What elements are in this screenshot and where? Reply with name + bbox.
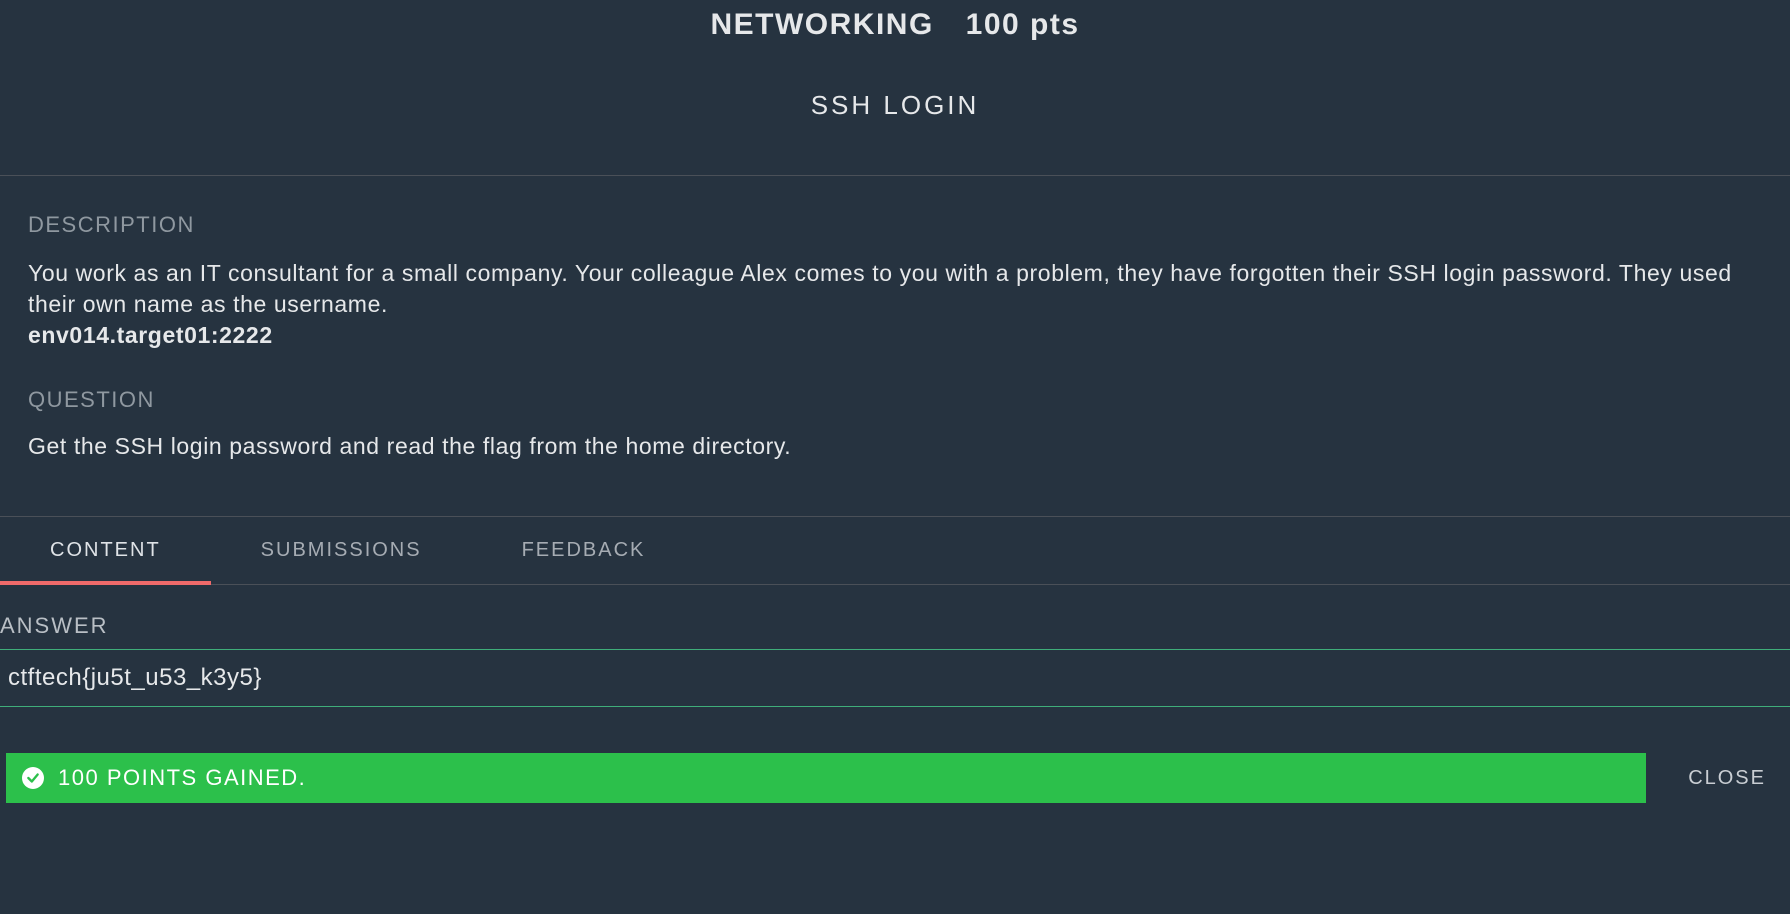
tab-bar: CONTENT SUBMISSIONS FEEDBACK — [0, 516, 1790, 585]
check-circle-icon — [22, 767, 44, 789]
description-target: env014.target01:2222 — [28, 322, 273, 348]
tab-label: FEEDBACK — [522, 539, 646, 561]
answer-heading: ANSWER — [0, 613, 1790, 639]
tab-submissions[interactable]: SUBMISSIONS — [211, 517, 472, 584]
challenge-title: SSH LOGIN — [0, 90, 1790, 121]
close-label: CLOSE — [1688, 767, 1766, 789]
toast-row: 100 POINTS GAINED. CLOSE — [0, 753, 1790, 803]
challenge-header: NETWORKING 100 pts SSH LOGIN — [0, 0, 1790, 151]
tab-feedback[interactable]: FEEDBACK — [472, 517, 696, 584]
tab-content[interactable]: CONTENT — [0, 517, 211, 584]
close-button[interactable]: CLOSE — [1670, 757, 1784, 800]
success-toast: 100 POINTS GAINED. — [6, 753, 1646, 803]
category-label: NETWORKING — [710, 8, 933, 42]
header-divider — [0, 175, 1790, 176]
description-text: You work as an IT consultant for a small… — [28, 258, 1762, 351]
question-heading: QUESTION — [28, 387, 1762, 413]
challenge-page: NETWORKING 100 pts SSH LOGIN DESCRIPTION… — [0, 0, 1790, 914]
description-section: DESCRIPTION You work as an IT consultant… — [0, 212, 1790, 460]
tab-label: SUBMISSIONS — [261, 539, 422, 561]
answer-input[interactable] — [0, 649, 1790, 707]
answer-section: ANSWER — [0, 585, 1790, 707]
tab-label: CONTENT — [50, 539, 161, 561]
description-body: You work as an IT consultant for a small… — [28, 260, 1732, 317]
toast-message: 100 POINTS GAINED. — [58, 765, 306, 791]
category-line: NETWORKING 100 pts — [0, 8, 1790, 42]
question-text: Get the SSH login password and read the … — [28, 433, 1762, 460]
description-heading: DESCRIPTION — [28, 212, 1762, 238]
points-label: 100 pts — [966, 8, 1080, 42]
